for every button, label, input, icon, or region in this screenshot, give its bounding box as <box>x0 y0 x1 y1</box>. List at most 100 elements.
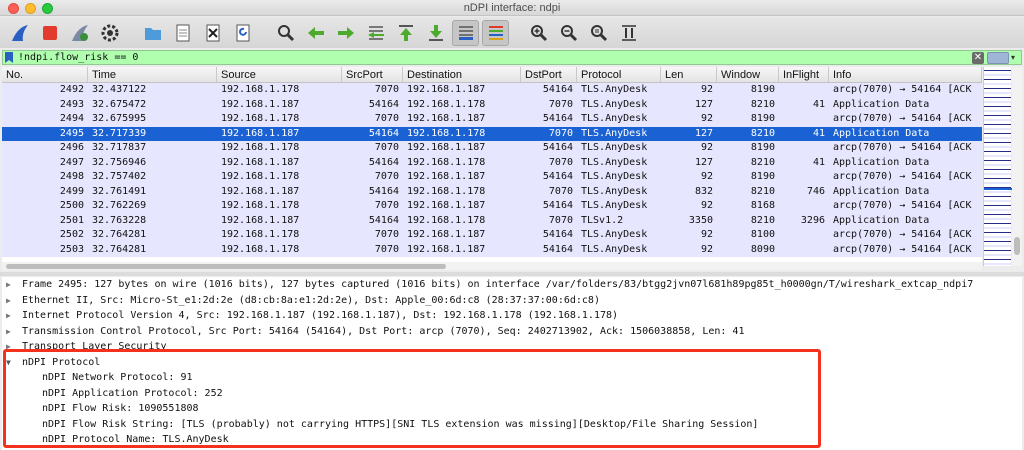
resize-columns-icon[interactable] <box>615 20 642 46</box>
column-header-srcport[interactable]: SrcPort <box>342 67 403 82</box>
column-header-inflight[interactable]: InFlight <box>779 67 829 82</box>
packet-row[interactable]: 2494 32.675995 192.168.1.178 7070 192.168.1.… <box>2 112 982 127</box>
detail-ip[interactable]: ▶ Internet Protocol Version 4, Src: 192.1… <box>2 308 1022 324</box>
restart-icon[interactable] <box>66 20 93 46</box>
expand-triangle-icon[interactable]: ▶ <box>6 277 16 293</box>
packet-row[interactable]: 2502 32.764281 192.168.1.178 7070 192.168.1.… <box>2 228 982 243</box>
vertical-scrollbar[interactable] <box>1012 67 1022 266</box>
detail-tcp[interactable]: ▶ Transmission Control Protocol, Src Port… <box>2 324 1022 340</box>
horizontal-scrollbar[interactable] <box>2 262 982 270</box>
find-magnifier-icon[interactable] <box>272 20 299 46</box>
packet-cell-dst: 192.168.1.178 <box>407 156 486 168</box>
first-packet-icon[interactable] <box>392 20 419 46</box>
packet-cell-dport: 54164 <box>542 142 573 153</box>
packet-cell-info: arcp(7070) → 54164 [ACK <box>833 243 972 255</box>
zoom-window-button[interactable] <box>42 3 53 14</box>
zoom-in-icon[interactable] <box>525 20 552 46</box>
packet-row[interactable]: 2501 32.763228 192.168.1.187 54164 192.168.1… <box>2 213 982 228</box>
column-header-no[interactable]: No. <box>2 67 88 82</box>
options-gear-icon[interactable] <box>96 20 123 46</box>
packet-cell-win: 8210 <box>750 185 775 197</box>
collapse-triangle-icon[interactable]: ▼ <box>6 355 16 371</box>
expand-triangle-icon[interactable]: ▶ <box>6 308 16 324</box>
save-file-icon[interactable] <box>169 20 196 46</box>
packet-rows: 2492 32.437122 192.168.1.178 7070 192.168.1.… <box>2 83 982 257</box>
pane-splitter[interactable] <box>0 272 1024 276</box>
packet-cell-src: 192.168.1.187 <box>221 98 300 110</box>
column-header-time[interactable]: Time <box>88 67 217 82</box>
back-arrow-icon[interactable] <box>302 20 329 46</box>
detail-ndpi-field[interactable]: nDPI Network Protocol: 91 <box>2 370 1022 386</box>
close-file-icon[interactable] <box>199 20 226 46</box>
packet-cell-inflight <box>779 83 829 98</box>
column-header-destination[interactable]: Destination <box>403 67 521 82</box>
detail-ethernet[interactable]: ▶ Ethernet II, Src: Micro-St_e1:2d:2e (d8… <box>2 293 1022 309</box>
apply-filter-button[interactable] <box>987 51 1009 64</box>
detail-ndpi-field[interactable]: nDPI Application Protocol: 252 <box>2 386 1022 402</box>
packet-cell-sport: 7070 <box>374 84 399 95</box>
packet-row[interactable]: 2496 32.717837 192.168.1.178 7070 192.168.1.… <box>2 141 982 156</box>
packet-cell-sport: 7070 <box>374 142 399 153</box>
packet-cell-dst: 192.168.1.187 <box>407 200 486 211</box>
packet-cell-dport: 54164 <box>542 243 573 255</box>
column-header-dstport[interactable]: DstPort <box>521 67 577 82</box>
packet-cell-src: 192.168.1.178 <box>221 113 300 124</box>
filter-history-dropdown[interactable]: ▾ <box>1011 53 1021 62</box>
column-header-source[interactable]: Source <box>217 67 342 82</box>
packet-row[interactable]: 2498 32.757402 192.168.1.178 7070 192.168.1.… <box>2 170 982 185</box>
packet-cell-info: arcp(7070) → 54164 [ACK <box>833 113 972 124</box>
packet-cell-win: 8210 <box>750 98 775 110</box>
detail-ndpi-field[interactable]: nDPI Protocol Name: TLS.AnyDesk <box>2 432 1022 448</box>
column-header-window[interactable]: Window <box>717 67 779 82</box>
stop-square-icon[interactable] <box>36 20 63 46</box>
packet-cell-len: 832 <box>694 185 713 197</box>
autoscroll-icon[interactable] <box>452 19 479 46</box>
packet-row[interactable]: 2492 32.437122 192.168.1.178 7070 192.168.1.… <box>2 83 982 98</box>
bookmark-icon[interactable] <box>3 51 15 64</box>
display-filter-input[interactable]: !ndpi.flow_risk == 0 <box>15 52 972 63</box>
clear-filter-icon[interactable]: ✕ <box>972 51 984 64</box>
packet-cell-proto: TLS.AnyDesk <box>581 200 648 211</box>
expand-triangle-icon[interactable]: ▶ <box>6 293 16 309</box>
packet-cell-time: 32.757402 <box>92 171 147 182</box>
colorize-icon[interactable] <box>482 19 509 46</box>
forward-arrow-icon[interactable] <box>332 20 359 46</box>
packet-list[interactable]: No. Time Source SrcPort Destination DstP… <box>2 67 982 266</box>
shark-fin-start-icon[interactable] <box>6 20 33 46</box>
close-window-button[interactable] <box>8 3 19 14</box>
last-packet-icon[interactable] <box>422 20 449 46</box>
expand-triangle-icon[interactable]: ▶ <box>6 324 16 340</box>
packet-cell-info: Application Data <box>833 127 930 139</box>
column-header-protocol[interactable]: Protocol <box>577 67 661 82</box>
packet-list-header: No. Time Source SrcPort Destination DstP… <box>2 67 982 83</box>
detail-ndpi[interactable]: ▼ nDPI Protocol <box>2 355 1022 371</box>
open-folder-icon[interactable] <box>139 20 166 46</box>
detail-tls[interactable]: ▶ Transport Layer Security <box>2 339 1022 355</box>
packet-row[interactable]: 2500 32.762269 192.168.1.178 7070 192.168.1.… <box>2 199 982 214</box>
packet-minimap[interactable] <box>983 67 1012 266</box>
detail-ndpi-field[interactable]: nDPI Flow Risk: 1090551808 <box>2 401 1022 417</box>
packet-cell-len: 127 <box>694 127 713 139</box>
packet-row[interactable]: 2503 32.764281 192.168.1.178 7070 192.168.1.… <box>2 242 982 257</box>
detail-frame[interactable]: ▶ Frame 2495: 127 bytes on wire (1016 bit… <box>2 277 1022 293</box>
column-header-info[interactable]: Info <box>829 67 982 82</box>
reload-icon[interactable] <box>229 20 256 46</box>
packet-row[interactable]: 2497 32.756946 192.168.1.187 54164 192.168.1… <box>2 155 982 170</box>
packet-cell-dst: 192.168.1.178 <box>407 127 486 139</box>
packet-cell-proto: TLS.AnyDesk <box>581 229 648 240</box>
packet-cell-info: Application Data <box>833 185 930 197</box>
column-header-len[interactable]: Len <box>661 67 717 82</box>
packet-cell-time: 32.763228 <box>92 214 147 226</box>
packet-row[interactable]: 2499 32.761491 192.168.1.187 54164 192.168.1… <box>2 184 982 199</box>
packet-cell-win: 8210 <box>750 156 775 168</box>
zoom-out-icon[interactable] <box>555 20 582 46</box>
zoom-normal-icon[interactable] <box>585 20 612 46</box>
packet-cell-inflight: 41 <box>812 98 825 110</box>
go-to-packet-icon[interactable] <box>362 20 389 46</box>
packet-row[interactable]: 2495 32.717339 192.168.1.187 54164 192.168.1… <box>2 126 982 141</box>
packet-details[interactable]: ▶ Frame 2495: 127 bytes on wire (1016 bit… <box>2 277 1022 450</box>
packet-row[interactable]: 2493 32.675472 192.168.1.187 54164 192.168.1… <box>2 97 982 112</box>
detail-ndpi-field[interactable]: nDPI Flow Risk String: [TLS (probably) n… <box>2 417 1022 433</box>
minimize-window-button[interactable] <box>25 3 36 14</box>
expand-triangle-icon[interactable]: ▶ <box>6 339 16 355</box>
